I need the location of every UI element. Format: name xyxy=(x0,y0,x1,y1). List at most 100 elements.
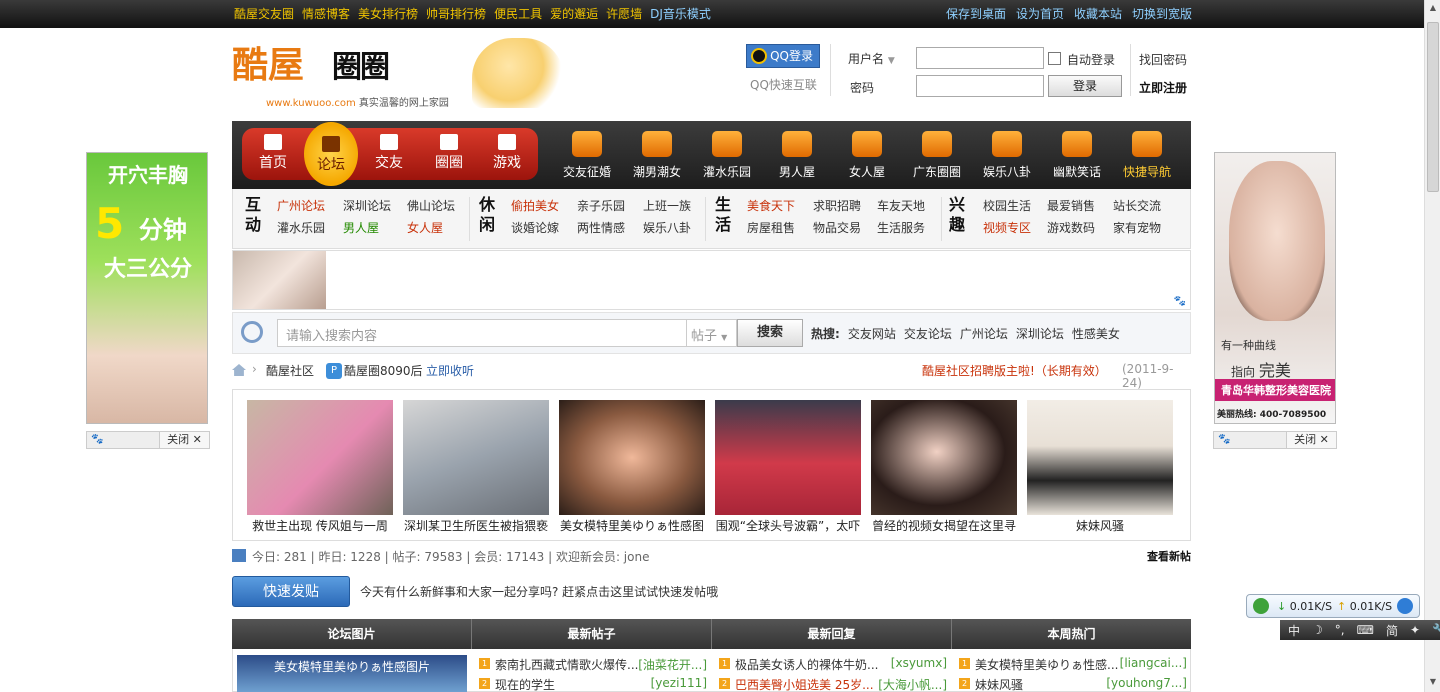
subnav-item[interactable]: 快捷导航 xyxy=(1112,131,1182,180)
ad-banner[interactable]: 🐾 xyxy=(232,250,1191,310)
ime-toolbar[interactable]: 中 ☽ °, ⌨ 简 ✦ 🔧 xyxy=(1280,620,1440,640)
subnav-item[interactable]: 交友征婚 xyxy=(552,131,622,180)
find-password-link[interactable]: 找回密码 xyxy=(1139,51,1187,68)
list-item[interactable]: 2 现在的学生 [yezi111] xyxy=(479,675,711,692)
photo-thumb[interactable] xyxy=(559,400,705,515)
top-link[interactable]: DJ音乐模式 xyxy=(650,5,711,22)
category-link[interactable]: 物品交易 xyxy=(813,219,861,236)
list-item[interactable]: 1 极品美女诱人的裸体牛奶... [xsyumx] xyxy=(719,655,951,675)
photo-caption[interactable]: 救世主出现 传风姐与一周 xyxy=(247,517,393,534)
ime-mode[interactable]: 中 xyxy=(1288,622,1300,639)
photo-caption[interactable]: 妹妹风骚 xyxy=(1027,517,1173,534)
left-side-ad[interactable]: 开穴丰胸 5 分钟 大三公分 xyxy=(86,152,208,424)
category-link[interactable]: 偷拍美女 xyxy=(511,197,559,214)
banner-image[interactable] xyxy=(233,251,326,309)
right-side-ad[interactable]: 有一种曲线 指向 完美 青岛华韩整形美容医院 美丽热线: 400-7089500 xyxy=(1214,152,1336,424)
subnav-item[interactable]: 灌水乐园 xyxy=(692,131,762,180)
photo-item[interactable]: 曾经的视频女揭望在这里寻 xyxy=(871,400,1017,534)
photo-thumb[interactable] xyxy=(871,400,1017,515)
vertical-scrollbar[interactable]: ▲ ▼ xyxy=(1424,0,1440,692)
subnav-item[interactable]: 女人屋 xyxy=(832,131,902,180)
category-link[interactable]: 灌水乐园 xyxy=(277,219,325,236)
category-link[interactable]: 谈婚论嫁 xyxy=(511,219,559,236)
keyboard-icon[interactable]: ⌨ xyxy=(1357,623,1374,637)
username-label[interactable]: 用户名 ▼ xyxy=(848,50,895,67)
photo-item[interactable]: 深圳某卫生所医生被指猥亵 xyxy=(403,400,549,534)
auto-login-checkbox[interactable] xyxy=(1048,52,1061,65)
search-button[interactable]: 搜索 xyxy=(737,319,803,347)
view-new-posts-link[interactable]: 查看新帖 xyxy=(1147,548,1191,564)
category-link[interactable]: 亲子乐园 xyxy=(577,197,625,214)
category-link[interactable]: 深圳论坛 xyxy=(343,197,391,214)
photo-thumb[interactable] xyxy=(715,400,861,515)
bookmark-link[interactable]: 收藏本站 xyxy=(1074,5,1122,22)
category-link[interactable]: 求职招聘 xyxy=(813,197,861,214)
nav-forum[interactable]: 论坛 xyxy=(304,122,358,186)
wrench-icon[interactable]: 🔧 xyxy=(1432,623,1440,637)
site-logo[interactable]: 酷屋 圈圈 www.kuwuoo.com 真实温馨的网上家园 xyxy=(232,34,452,112)
scroll-thumb[interactable] xyxy=(1427,22,1439,192)
paw-icon[interactable]: 🐾 xyxy=(1174,296,1186,307)
category-link[interactable]: 两性情感 xyxy=(577,219,625,236)
top-link[interactable]: 爱的邂逅 xyxy=(550,5,598,22)
photo-item[interactable]: 围观“全球头号波霸”，太吓 xyxy=(715,400,861,534)
search-type-select[interactable]: 帖子 ▼ xyxy=(687,319,737,347)
category-link[interactable]: 生活服务 xyxy=(877,219,925,236)
category-link[interactable]: 最爱销售 xyxy=(1047,197,1095,214)
category-link[interactable]: 女人屋 xyxy=(407,219,443,236)
wide-mode-link[interactable]: 切换到宽版 xyxy=(1132,5,1192,22)
photo-thumb[interactable] xyxy=(1027,400,1173,515)
network-monitor[interactable]: ↓ 0.01K/S ↑ 0.01K/S xyxy=(1246,594,1420,618)
paw-icon[interactable]: 🐾 xyxy=(1218,434,1230,445)
photo-item[interactable]: 妹妹风骚 xyxy=(1027,400,1173,534)
save-desktop-link[interactable]: 保存到桌面 xyxy=(946,5,1006,22)
tab-weekly-hot[interactable]: 本周热门 xyxy=(952,619,1191,649)
photo-item[interactable]: 救世主出现 传风姐与一周 xyxy=(247,400,393,534)
category-link[interactable]: 广州论坛 xyxy=(277,197,325,214)
punctuation-icon[interactable]: °, xyxy=(1335,623,1345,637)
list-item[interactable]: 1 美女模特里美ゆりぁ性感... [liangcai...] xyxy=(959,655,1191,675)
category-link[interactable]: 房屋租售 xyxy=(747,219,795,236)
tab-latest-replies[interactable]: 最新回复 xyxy=(712,619,952,649)
quick-post-button[interactable]: 快速发贴 xyxy=(232,576,350,607)
category-link[interactable]: 视频专区 xyxy=(983,219,1031,236)
subnav-item[interactable]: 男人屋 xyxy=(762,131,832,180)
set-homepage-link[interactable]: 设为首页 xyxy=(1016,5,1064,22)
top-link[interactable]: 酷屋交友圈 xyxy=(234,5,294,22)
simplified-toggle[interactable]: 简 xyxy=(1386,622,1398,639)
category-link[interactable]: 男人屋 xyxy=(343,219,379,236)
register-link[interactable]: 立即注册 xyxy=(1139,79,1187,96)
breadcrumb-item[interactable]: 酷屋社区 xyxy=(266,362,314,379)
breadcrumb-item[interactable]: 酷屋圈8090后 xyxy=(344,362,423,379)
left-ad-close-button[interactable]: 关闭 ✕ xyxy=(159,432,209,448)
category-link[interactable]: 校园生活 xyxy=(983,197,1031,214)
category-link[interactable]: 游戏数码 xyxy=(1047,219,1095,236)
nav-games[interactable]: 游戏 xyxy=(478,128,536,180)
subnav-item[interactable]: 广东圈圈 xyxy=(902,131,972,180)
settings-icon[interactable]: ✦ xyxy=(1410,623,1420,637)
qq-fast-connect[interactable]: QQ快速互联 xyxy=(750,76,817,93)
subnav-item[interactable]: 幽默笑话 xyxy=(1042,131,1112,180)
tab-latest-posts[interactable]: 最新帖子 xyxy=(472,619,712,649)
home-icon[interactable] xyxy=(232,364,246,376)
list-item[interactable]: 1 索南扎西藏式情歌火爆传... [油菜花开...] xyxy=(479,655,711,675)
category-link[interactable]: 站长交流 xyxy=(1113,197,1161,214)
notice-link[interactable]: 酷屋社区招聘版主啦!（长期有效） xyxy=(922,362,1107,379)
category-link[interactable]: 美食天下 xyxy=(747,197,795,214)
nav-friends[interactable]: 交友 xyxy=(360,128,418,180)
category-link[interactable]: 车友天地 xyxy=(877,197,925,214)
list-item[interactable]: 2 巴西美臀小姐选美 25岁... [大海小帆...] xyxy=(719,675,951,692)
photo-caption[interactable]: 美女模特里美ゆりぁ性感图 xyxy=(559,517,705,534)
category-link[interactable]: 佛山论坛 xyxy=(407,197,455,214)
right-ad-close-button[interactable]: 关闭 ✕ xyxy=(1286,432,1336,448)
subnav-item[interactable]: 潮男潮女 xyxy=(622,131,692,180)
collect-link[interactable]: 立即收听 xyxy=(426,362,474,379)
top-link[interactable]: 许愿墙 xyxy=(606,5,642,22)
category-link[interactable]: 娱乐八卦 xyxy=(643,219,691,236)
paw-icon[interactable]: 🐾 xyxy=(91,434,103,445)
password-field[interactable] xyxy=(916,75,1044,97)
moon-icon[interactable]: ☽ xyxy=(1312,623,1323,637)
photo-item[interactable]: 美女模特里美ゆりぁ性感图 xyxy=(559,400,705,534)
nav-home[interactable]: 首页 xyxy=(244,128,302,180)
top-link[interactable]: 情感博客 xyxy=(302,5,350,22)
